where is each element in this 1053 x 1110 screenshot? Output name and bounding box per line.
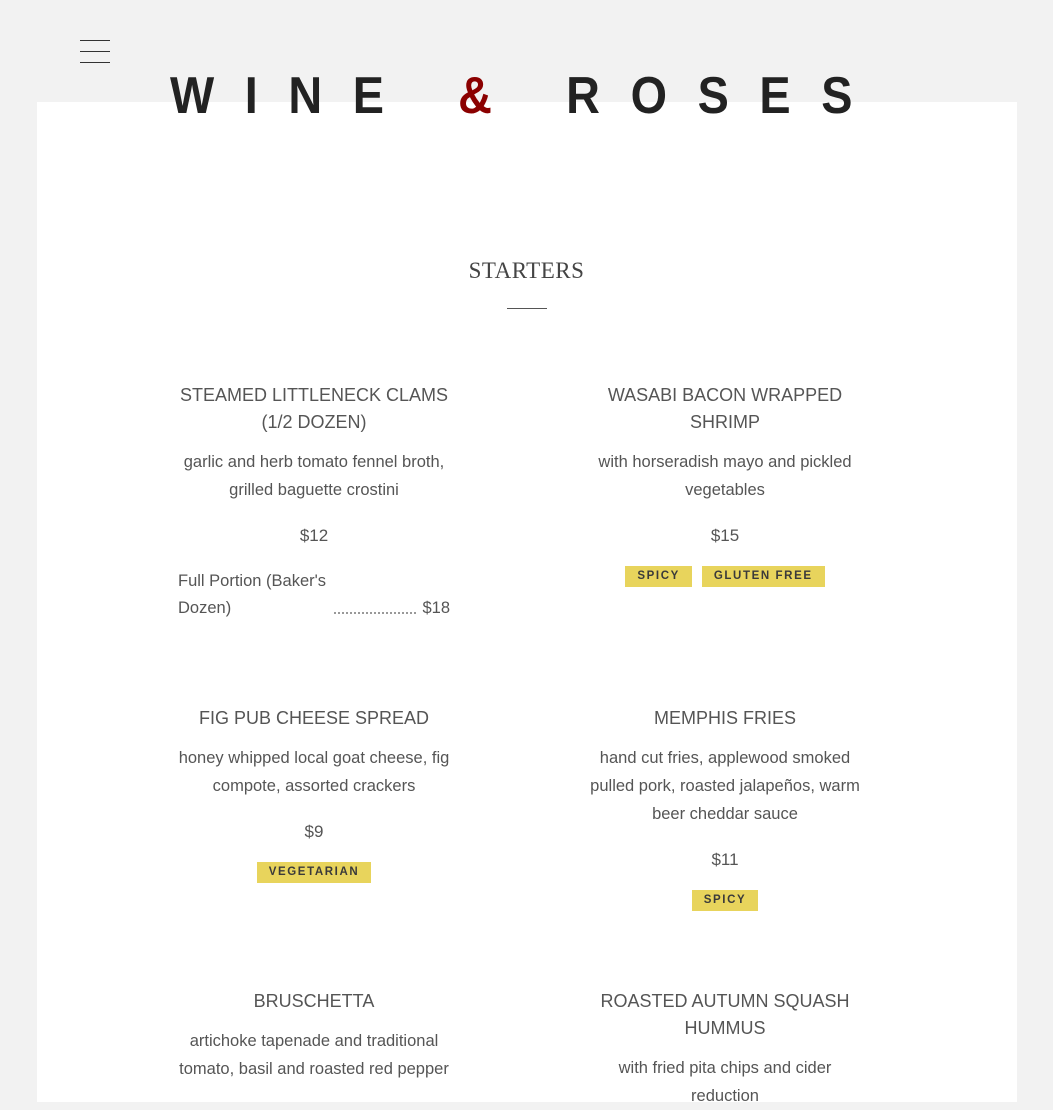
logo-word-wine: WINE [169, 67, 415, 125]
tag-badge: VEGETARIAN [256, 862, 372, 883]
item-name: FIG PUB CHEESE SPREAD [198, 708, 430, 728]
tag-badge: SPICY [625, 566, 692, 587]
item-price: $12 [299, 526, 329, 545]
item-description: with fried pita chips and cider reductio… [618, 1059, 832, 1105]
item-name: ROASTED AUTUMN SQUASH HUMMUS [600, 991, 850, 1038]
item-name: STEAMED LITTLENECK CLAMS (1/2 DOZEN) [179, 385, 449, 432]
item-tags: VEGETARIAN [164, 862, 464, 883]
menu-item: FIG PUB CHEESE SPREAD honey whipped loca… [164, 705, 464, 883]
item-price: $9 [304, 822, 324, 841]
menu-line [80, 40, 110, 41]
item-tags: SPICY [575, 890, 875, 911]
section-title: STARTERS [468, 258, 585, 283]
item-price: $15 [710, 526, 740, 545]
menu-line [80, 51, 110, 52]
item-name: WASABI BACON WRAPPED SHRIMP [607, 385, 843, 432]
brand-logo[interactable]: WINE & ROSES [53, 66, 1001, 126]
item-description: artichoke tapenade and traditional tomat… [179, 1032, 449, 1078]
item-description: with horseradish mayo and pickled vegeta… [598, 453, 852, 499]
item-tags: SPICY GLUTEN FREE [575, 566, 875, 587]
item-price: $11 [711, 850, 739, 869]
item-description: garlic and herb tomato fennel broth, gri… [183, 453, 445, 499]
tag-badge: GLUTEN FREE [701, 566, 825, 587]
menu-line [80, 62, 110, 63]
logo-ampersand: & [458, 67, 523, 125]
item-description: honey whipped local goat cheese, fig com… [178, 749, 450, 795]
menu-item: ROASTED AUTUMN SQUASH HUMMUS with fried … [575, 988, 875, 1110]
item-description: hand cut fries, applewood smoked pulled … [590, 749, 860, 823]
menu-item: WASABI BACON WRAPPED SHRIMP with horsera… [575, 382, 875, 587]
menu-item: STEAMED LITTLENECK CLAMS (1/2 DOZEN) gar… [164, 382, 464, 622]
item-name: BRUSCHETTA [253, 991, 375, 1011]
hamburger-icon[interactable] [80, 40, 110, 63]
section-divider [507, 308, 547, 309]
portion-option: Full Portion (Baker's Dozen) $18 [164, 568, 464, 622]
tag-badge: SPICY [691, 890, 759, 911]
menu-item: MEMPHIS FRIES hand cut fries, applewood … [575, 705, 875, 911]
logo-word-roses: ROSES [566, 67, 884, 125]
dot-leader [334, 611, 417, 614]
menu-item: BRUSCHETTA artichoke tapenade and tradit… [164, 988, 464, 1083]
item-name: MEMPHIS FRIES [653, 708, 796, 728]
portion-price: $18 [422, 599, 450, 617]
portion-label: Full Portion (Baker's Dozen) [178, 572, 327, 617]
